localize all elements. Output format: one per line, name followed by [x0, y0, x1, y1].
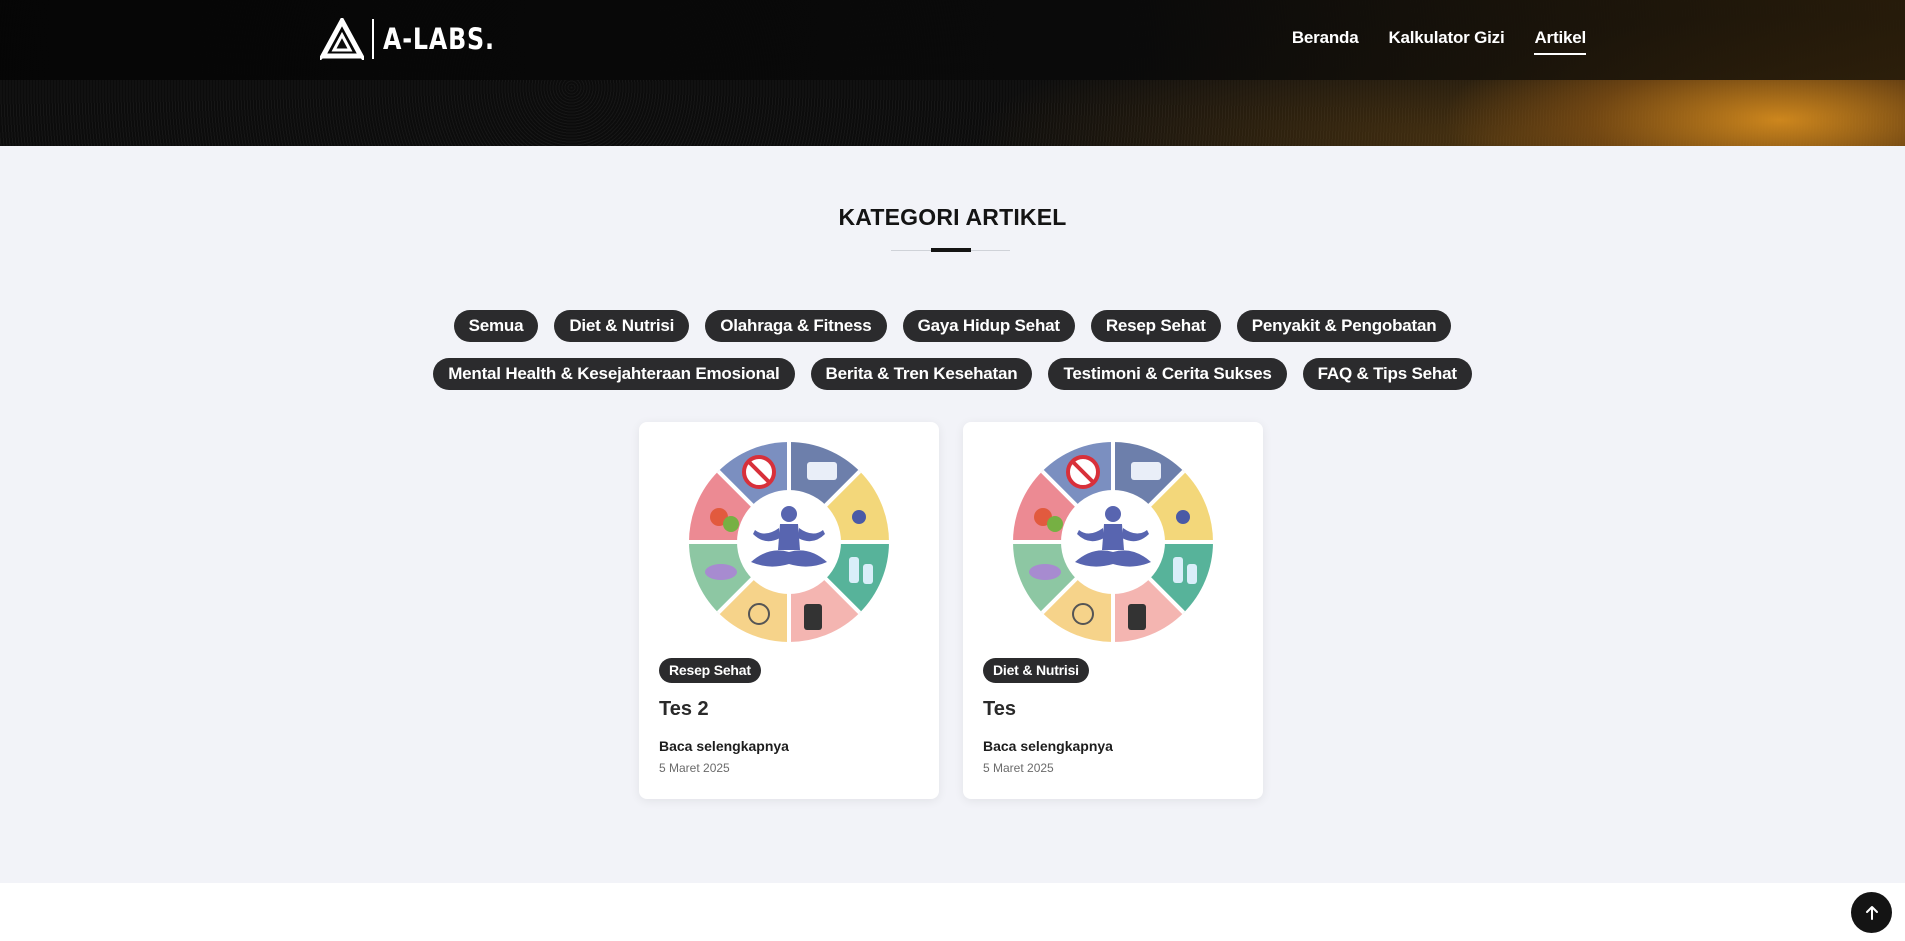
category-pill-mental-health[interactable]: Mental Health & Kesejahteraan Emosional	[433, 358, 795, 390]
category-pill-berita-tren[interactable]: Berita & Tren Kesehatan	[810, 358, 1033, 390]
logo-divider	[372, 19, 374, 59]
footer	[0, 883, 1905, 941]
article-category-badge[interactable]: Diet & Nutrisi	[983, 658, 1089, 683]
nav-link-beranda[interactable]: Beranda	[1292, 28, 1359, 54]
back-to-top-button[interactable]	[1851, 892, 1892, 933]
category-pill-olahraga-fitness[interactable]: Olahraga & Fitness	[705, 310, 887, 342]
article-card[interactable]: Diet & Nutrisi Tes Baca selengkapnya 5 M…	[963, 422, 1263, 799]
nav-menu: Beranda Kalkulator Gizi Artikel	[1292, 28, 1586, 55]
brand-logo[interactable]: A-LABS.	[320, 18, 519, 60]
category-pill-resep-sehat[interactable]: Resep Sehat	[1090, 310, 1221, 342]
category-pill-penyakit-pengobatan[interactable]: Penyakit & Pengobatan	[1236, 310, 1452, 342]
category-pill-diet-nutrisi[interactable]: Diet & Nutrisi	[554, 310, 690, 342]
arrow-up-icon	[1865, 905, 1878, 920]
category-pill-semua[interactable]: Semua	[453, 310, 539, 342]
article-date: 5 Maret 2025	[659, 761, 730, 775]
article-date: 5 Maret 2025	[983, 761, 1054, 775]
navbar: A-LABS. Beranda Kalkulator Gizi Artikel	[0, 0, 1905, 80]
section-title: KATEGORI ARTIKEL	[838, 204, 1067, 230]
category-filter-row-2: Mental Health & Kesejahteraan Emosional …	[0, 358, 1905, 390]
nav-link-kalkulator-gizi[interactable]: Kalkulator Gizi	[1388, 28, 1504, 54]
article-title[interactable]: Tes	[983, 698, 1016, 721]
article-category-badge[interactable]: Resep Sehat	[659, 658, 761, 683]
healthy-lifestyle-wheel-illustration	[689, 442, 889, 642]
category-pill-testimoni[interactable]: Testimoni & Cerita Sukses	[1048, 358, 1287, 390]
read-more-link[interactable]: Baca selengkapnya	[659, 738, 789, 754]
category-pill-gaya-hidup-sehat[interactable]: Gaya Hidup Sehat	[902, 310, 1075, 342]
nav-link-artikel[interactable]: Artikel	[1534, 28, 1586, 55]
article-title[interactable]: Tes 2	[659, 698, 709, 721]
article-card[interactable]: Resep Sehat Tes 2 Baca selengkapnya 5 Ma…	[639, 422, 939, 799]
title-divider-accent	[931, 248, 971, 252]
brand-name: A-LABS.	[383, 22, 495, 56]
category-pill-faq-tips[interactable]: FAQ & Tips Sehat	[1302, 358, 1472, 390]
triangle-logo-icon	[320, 18, 364, 60]
read-more-link[interactable]: Baca selengkapnya	[983, 738, 1113, 754]
healthy-lifestyle-wheel-illustration	[1013, 442, 1213, 642]
category-filter-row-1: Semua Diet & Nutrisi Olahraga & Fitness …	[0, 310, 1905, 342]
